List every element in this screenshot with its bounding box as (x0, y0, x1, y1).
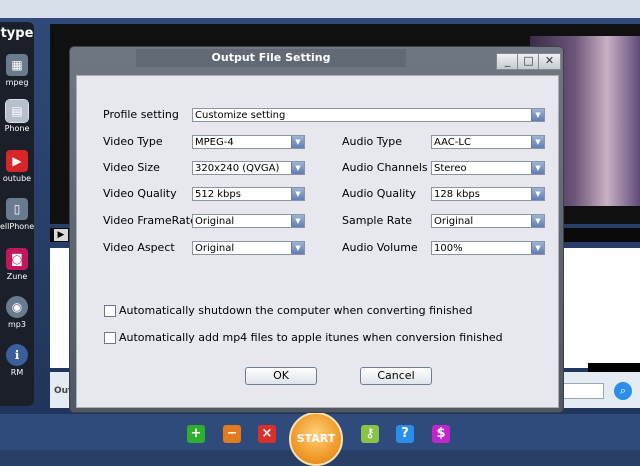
mp3-icon: ◉ (6, 296, 28, 318)
search-icon: ⌕ (619, 384, 627, 397)
delete-button[interactable]: × (258, 425, 276, 443)
title-strip (0, 0, 640, 18)
sample-rate-label: Sample Rate (342, 214, 412, 227)
help-button[interactable]: ? (396, 425, 414, 443)
video-aspect-label: Video Aspect (103, 241, 175, 254)
video-quality-label: Video Quality (103, 187, 177, 200)
type-item-zune[interactable]: ◙ Zune (0, 248, 34, 281)
youtube-icon: ▶ (6, 150, 28, 172)
film-icon: ▦ (6, 54, 28, 76)
register-button[interactable]: ⚷ (361, 425, 379, 443)
cellphone-icon: ▯ (6, 198, 28, 220)
audio-type-select[interactable]: AAC-LC ▼ (431, 135, 545, 149)
buy-button[interactable]: $ (432, 425, 450, 443)
minimize-button[interactable]: _ (496, 53, 519, 70)
video-type-select[interactable]: MPEG-4 ▼ (192, 135, 305, 149)
chevron-down-icon: ▼ (291, 188, 304, 200)
start-button[interactable]: START (289, 412, 343, 466)
audio-type-label: Audio Type (342, 135, 403, 148)
dialog-title: Output File Setting (136, 49, 406, 67)
video-framerate-label: Video FrameRate (103, 214, 197, 227)
shutdown-option-label: Automatically shutdown the computer when… (119, 304, 473, 317)
itunes-checkbox[interactable] (104, 332, 116, 344)
shutdown-checkbox[interactable] (104, 305, 116, 317)
add-button[interactable]: + (187, 425, 205, 443)
type-item-youtube[interactable]: ▶ outube (0, 150, 34, 183)
dollar-icon: $ (436, 426, 446, 441)
type-item-mp3[interactable]: ◉ mp3 (0, 296, 34, 329)
minimize-icon: _ (504, 54, 511, 67)
phone-icon: ▤ (5, 99, 29, 123)
video-aspect-select[interactable]: Original ▼ (192, 241, 305, 255)
remove-button[interactable]: − (223, 425, 241, 443)
maximize-button[interactable]: □ (517, 53, 540, 70)
question-icon: ? (401, 426, 409, 441)
video-size-select[interactable]: 320x240 (QVGA) ▼ (192, 161, 305, 175)
video-quality-select[interactable]: 512 kbps ▼ (192, 187, 305, 201)
output-path-field[interactable] (560, 383, 604, 399)
type-item-phone[interactable]: ▤ Phone (0, 99, 34, 133)
audio-channels-label: Audio Channels (342, 161, 428, 174)
profile-setting-select[interactable]: Customize setting ▼ (192, 108, 545, 122)
video-type-label: Video Type (103, 135, 163, 148)
chevron-down-icon: ▼ (291, 162, 304, 174)
type-item-mpeg[interactable]: ▦ mpeg (0, 54, 34, 87)
chevron-down-icon: ▼ (291, 136, 304, 148)
maximize-icon: □ (523, 54, 534, 67)
key-icon: ⚷ (365, 426, 375, 441)
audio-volume-select[interactable]: 100% ▼ (431, 241, 545, 255)
ok-button[interactable]: OK (245, 367, 317, 385)
browse-button[interactable]: ⌕ (614, 382, 632, 400)
close-button[interactable]: ✕ (538, 53, 561, 70)
audio-channels-select[interactable]: Stereo ▼ (431, 161, 545, 175)
audio-quality-label: Audio Quality (342, 187, 417, 200)
play-button[interactable]: ▶ (54, 229, 68, 241)
chevron-down-icon: ▼ (291, 242, 304, 254)
chevron-down-icon: ▼ (531, 136, 544, 148)
minus-icon: − (226, 426, 238, 441)
chevron-down-icon: ▼ (531, 242, 544, 254)
chevron-down-icon: ▼ (531, 215, 544, 227)
chevron-down-icon: ▼ (531, 109, 544, 121)
zune-icon: ◙ (6, 248, 28, 270)
profile-type-title: type (0, 26, 34, 41)
chevron-down-icon: ▼ (291, 215, 304, 227)
chevron-down-icon: ▼ (531, 188, 544, 200)
type-item-rm[interactable]: ℹ RM (0, 344, 34, 377)
close-icon: × (261, 426, 273, 441)
close-icon: ✕ (544, 54, 555, 67)
plus-icon: + (190, 426, 202, 441)
play-icon: ▶ (57, 230, 65, 240)
audio-volume-label: Audio Volume (342, 241, 418, 254)
profile-setting-label: Profile setting (103, 108, 179, 121)
video-framerate-select[interactable]: Original ▼ (192, 214, 305, 228)
itunes-option-label: Automatically add mp4 files to apple itu… (119, 331, 503, 344)
type-item-cellphone[interactable]: ▯ ellPhone (0, 198, 34, 231)
sample-rate-select[interactable]: Original ▼ (431, 214, 545, 228)
chevron-down-icon: ▼ (531, 162, 544, 174)
rm-icon: ℹ (6, 344, 28, 366)
audio-quality-select[interactable]: 128 kbps ▼ (431, 187, 545, 201)
video-size-label: Video Size (103, 161, 160, 174)
cancel-button[interactable]: Cancel (360, 367, 432, 385)
